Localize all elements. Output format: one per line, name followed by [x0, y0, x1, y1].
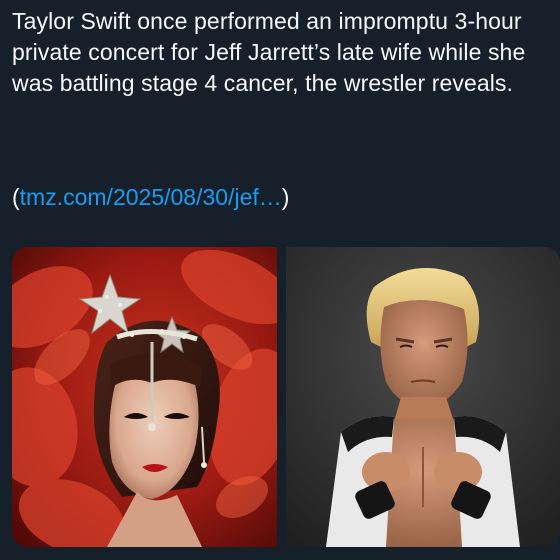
media-image-jeff-jarrett[interactable] — [286, 247, 560, 547]
post-text: Taylor Swift once performed an impromptu… — [12, 8, 526, 96]
media-grid — [12, 247, 560, 547]
article-link[interactable]: tmz.com/2025/08/30/jef… — [20, 184, 282, 210]
jeff-jarrett-photo — [286, 247, 560, 547]
link-open-paren: ( — [12, 184, 20, 210]
post-link-line: (tmz.com/2025/08/30/jef…) — [12, 182, 289, 213]
post-card: Taylor Swift once performed an impromptu… — [0, 0, 560, 560]
taylor-swift-photo — [12, 247, 277, 547]
media-image-taylor-swift[interactable] — [12, 247, 277, 547]
link-close-paren: ) — [281, 184, 290, 210]
